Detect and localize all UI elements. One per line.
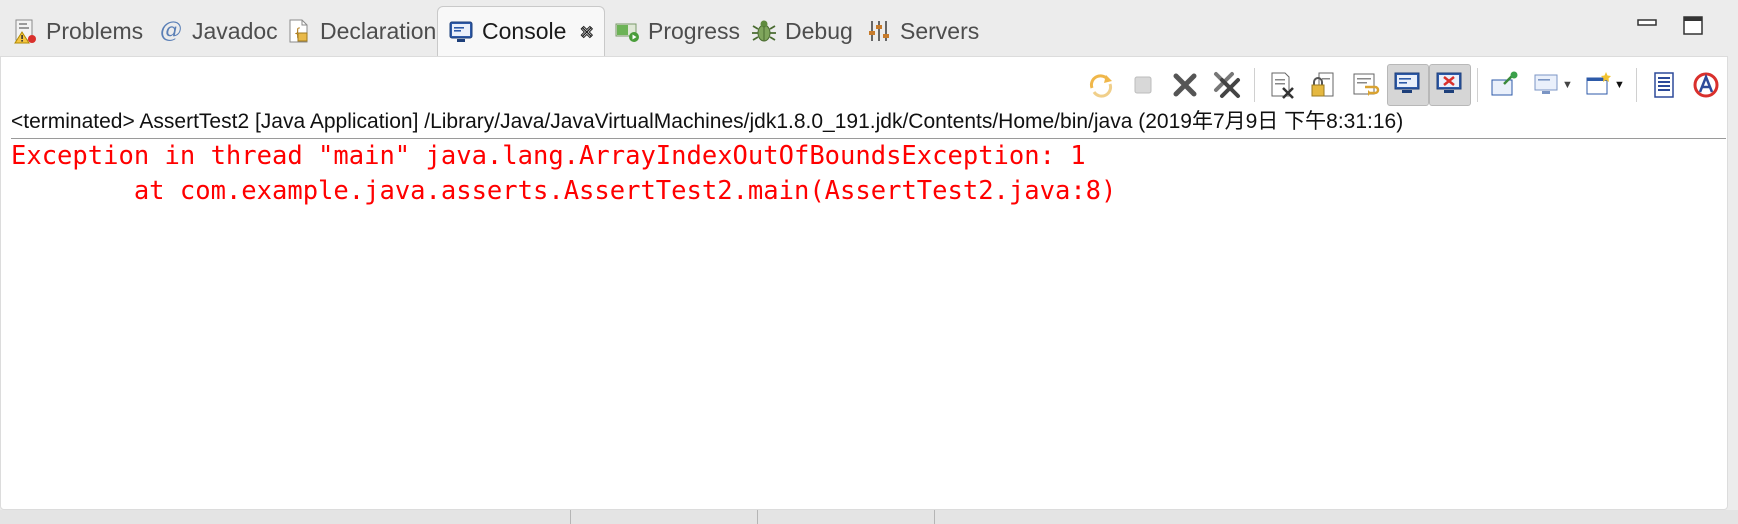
show-on-stdout-button[interactable] (1387, 64, 1429, 106)
tab-progress-label: Progress (648, 17, 741, 44)
divider (570, 510, 571, 524)
show-on-stderr-button[interactable] (1429, 64, 1471, 106)
declaration-icon: { (289, 19, 308, 43)
relaunch-icon (1089, 74, 1113, 98)
tab-debug[interactable]: Debug (741, 6, 863, 56)
console-icon (449, 21, 473, 42)
minimize-icon[interactable] (1636, 14, 1658, 36)
show-on-stdout-icon (1394, 72, 1420, 93)
toggle-view-icon (1654, 72, 1674, 98)
run-stop-button[interactable] (1685, 64, 1727, 106)
relaunch-button[interactable] (1080, 64, 1122, 106)
debug-icon (752, 20, 776, 42)
terminate-button[interactable] (1122, 64, 1164, 106)
run-stop-icon (1693, 72, 1719, 98)
tab-console-label: Console (482, 18, 567, 44)
tab-servers[interactable]: Servers (856, 6, 989, 56)
console-output-line: Exception in thread "main" java.lang.Arr… (11, 141, 1086, 171)
javadoc-icon: @ (160, 18, 182, 43)
pin-console-button[interactable] (1484, 64, 1526, 106)
word-wrap-icon (1353, 73, 1380, 96)
terminate-icon (1134, 76, 1152, 94)
servers-icon (869, 21, 889, 41)
clear-console-button[interactable] (1261, 64, 1303, 106)
tab-javadoc-label: Javadoc (192, 17, 278, 44)
tab-javadoc[interactable]: @ Javadoc (148, 6, 288, 56)
chevron-down-icon[interactable]: ▼ (1614, 79, 1626, 91)
chevron-down-icon[interactable]: ▼ (1562, 79, 1574, 91)
divider (934, 510, 935, 524)
remove-all-terminated-icon (1214, 72, 1240, 98)
clear-console-icon (1271, 72, 1294, 99)
view-tab-bar: Problems @ Javadoc { Declaration Console (0, 0, 1738, 58)
console-toolbar: ▼ ▼ (1080, 61, 1727, 109)
tab-problems-label: Problems (46, 17, 144, 44)
display-selected-console-icon (1534, 74, 1558, 94)
tab-declaration-label: Declaration (320, 17, 437, 44)
remove-launch-icon (1173, 73, 1197, 97)
bottom-panel-strip (0, 510, 1738, 524)
show-on-stderr-icon (1436, 72, 1462, 93)
tab-declaration[interactable]: { Declaration (276, 6, 446, 56)
tab-console[interactable]: Console (437, 6, 605, 56)
console-output[interactable]: Exception in thread "main" java.lang.Arr… (11, 139, 1717, 209)
pin-console-icon (1491, 71, 1518, 96)
tab-debug-label: Debug (785, 17, 853, 44)
console-output-line: at com.example.java.asserts.AssertTest2.… (11, 176, 1117, 206)
progress-icon (615, 23, 639, 42)
scroll-lock-icon (1311, 72, 1334, 97)
remove-all-terminated-button[interactable] (1206, 64, 1248, 106)
toolbar-separator (1254, 68, 1255, 102)
toolbar-separator (1477, 68, 1478, 102)
remove-launch-button[interactable] (1164, 64, 1206, 106)
console-view: ▼ ▼ <terminated> AssertTest2 [Java Appli… (0, 56, 1728, 510)
toolbar-separator (1636, 68, 1637, 102)
maximize-icon[interactable] (1682, 14, 1704, 36)
scroll-lock-button[interactable] (1303, 64, 1345, 106)
open-console-icon (1586, 72, 1611, 95)
close-icon[interactable] (580, 21, 594, 43)
console-process-label: <terminated> AssertTest2 [Java Applicati… (11, 105, 1726, 139)
problems-icon (14, 19, 36, 44)
divider (757, 510, 758, 524)
tab-progress[interactable]: Progress (604, 6, 750, 56)
tab-servers-label: Servers (900, 17, 980, 44)
toggle-view-button[interactable] (1643, 64, 1685, 106)
tab-problems[interactable]: Problems (2, 6, 153, 56)
word-wrap-button[interactable] (1345, 64, 1387, 106)
